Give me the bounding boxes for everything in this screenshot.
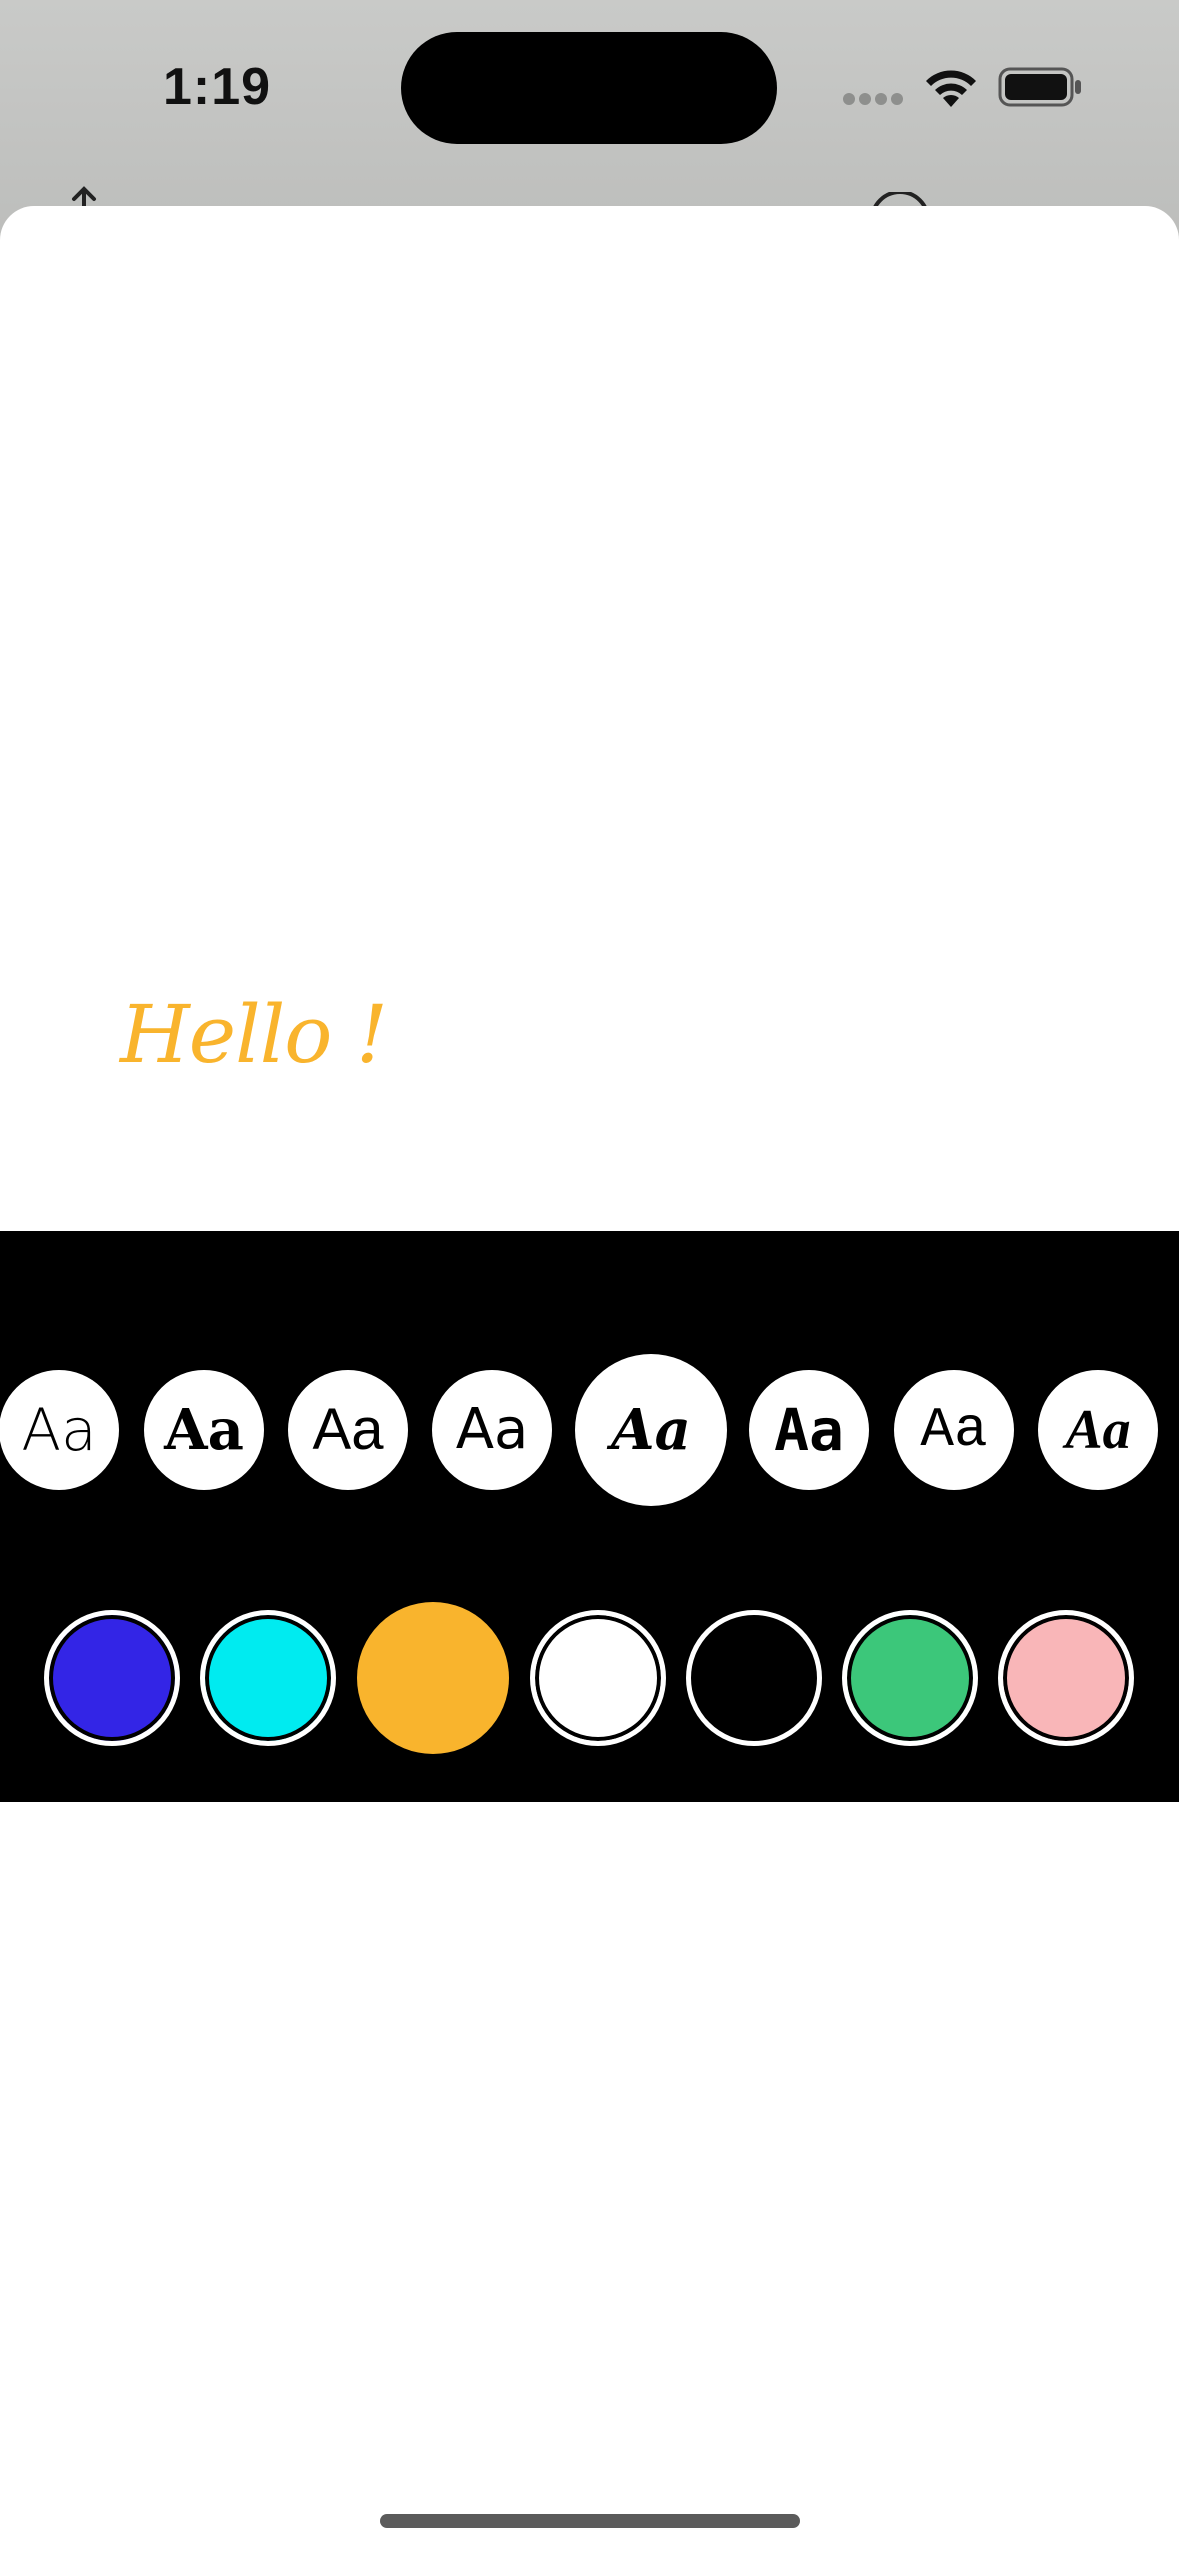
font-option-geometric-sans[interactable]: Aa	[432, 1370, 552, 1490]
wifi-icon	[926, 70, 976, 107]
canvas-text[interactable]: Hello !	[120, 985, 520, 1085]
editor-panel: Aa Aa Aa Aa Aa Aa Aa Aa	[0, 1231, 1179, 1802]
font-option-label: Aa	[21, 1396, 97, 1464]
status-bar: 1:19	[0, 0, 1179, 180]
font-option-rounded-sans[interactable]: Aa	[288, 1370, 408, 1490]
font-option-label: Aa	[455, 1397, 529, 1462]
font-option-label: Aa	[1065, 1399, 1131, 1461]
font-option-label: Aa	[312, 1397, 384, 1462]
color-swatch-orange[interactable]	[357, 1602, 509, 1754]
color-swatch-pink[interactable]	[998, 1610, 1134, 1746]
font-option-marker[interactable]: Aa	[749, 1370, 869, 1490]
font-option-label: Aa	[611, 1397, 691, 1463]
cellular-signal-icon	[843, 93, 905, 107]
font-option-thin-sans[interactable]: Aa	[0, 1370, 119, 1490]
font-option-distressed[interactable]: Aa	[894, 1370, 1014, 1490]
color-swatch-cyan[interactable]	[200, 1610, 336, 1746]
font-option-label: Aa	[164, 1397, 244, 1463]
battery-icon	[998, 67, 1081, 107]
font-option-bold-italic-serif[interactable]: Aa	[575, 1354, 727, 1506]
font-option-heavy-slab[interactable]: Aa	[144, 1370, 264, 1490]
color-swatch-black[interactable]	[686, 1610, 822, 1746]
font-option-italic-serif[interactable]: Aa	[1038, 1370, 1158, 1490]
home-indicator	[380, 2514, 800, 2528]
color-swatch-blue[interactable]	[44, 1610, 180, 1746]
font-option-label: Aa	[920, 1398, 988, 1462]
status-time: 1:19	[163, 58, 272, 116]
font-option-label: Aa	[774, 1396, 844, 1464]
screen: 1:19 Hello ! Aa Aa Aa Aa Aa Aa Aa Aa	[0, 0, 1179, 2556]
dynamic-island	[401, 32, 777, 144]
color-swatch-white[interactable]	[530, 1610, 666, 1746]
color-swatch-green[interactable]	[842, 1610, 978, 1746]
